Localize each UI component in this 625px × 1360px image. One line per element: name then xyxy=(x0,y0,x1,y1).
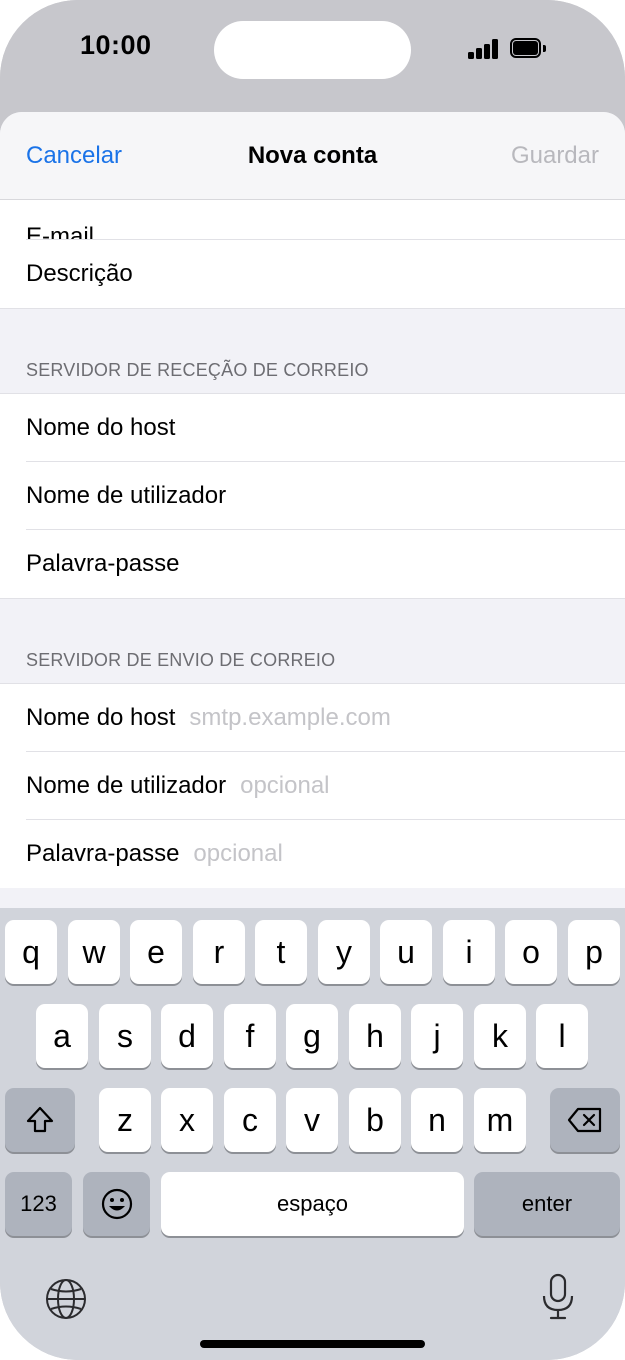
account-group: E-mail Descrição xyxy=(0,200,625,308)
field-label: Nome do host xyxy=(26,703,176,731)
signal-icon xyxy=(468,39,500,59)
space-key[interactable]: espaço xyxy=(161,1172,464,1236)
key-n[interactable]: n xyxy=(411,1088,463,1152)
key-h[interactable]: h xyxy=(349,1004,401,1068)
key-q[interactable]: q xyxy=(5,920,57,984)
section-header: SERVIDOR DE ENVIO DE CORREIO xyxy=(26,650,336,670)
outgoing-section-header: SERVIDOR DE ENVIO DE CORREIO xyxy=(0,598,625,684)
nav-bar: Cancelar Nova conta Guardar xyxy=(0,112,625,200)
microphone-button[interactable] xyxy=(540,1272,576,1322)
device-frame: 10:00 Cancelar Nova conta Guardar E-mail… xyxy=(0,0,625,1360)
incoming-username-field[interactable]: Nome de utilizador xyxy=(26,462,625,530)
delete-key[interactable] xyxy=(550,1088,620,1152)
field-label: Palavra-passe xyxy=(26,550,180,577)
incoming-section-header: SERVIDOR DE RECEÇÃO DE CORREIO xyxy=(0,308,625,394)
field-label: Nome do host xyxy=(26,413,176,441)
emoji-key[interactable] xyxy=(83,1172,150,1236)
key-g[interactable]: g xyxy=(286,1004,338,1068)
key-i[interactable]: i xyxy=(443,920,495,984)
enter-key[interactable]: enter xyxy=(474,1172,620,1236)
save-button[interactable]: Guardar xyxy=(511,142,599,170)
description-field[interactable]: Descrição xyxy=(26,240,625,308)
key-j[interactable]: j xyxy=(411,1004,463,1068)
key-r[interactable]: r xyxy=(193,920,245,984)
dynamic-island xyxy=(214,21,411,79)
numbers-key[interactable]: 123 xyxy=(5,1172,72,1236)
home-indicator xyxy=(200,1340,425,1348)
key-c[interactable]: c xyxy=(224,1088,276,1152)
field-placeholder: smtp.example.com xyxy=(189,703,391,731)
key-v[interactable]: v xyxy=(286,1088,338,1152)
shift-key[interactable] xyxy=(5,1088,75,1152)
key-s[interactable]: s xyxy=(99,1004,151,1068)
key-o[interactable]: o xyxy=(505,920,557,984)
emoji-icon xyxy=(101,1188,132,1220)
key-d[interactable]: d xyxy=(161,1004,213,1068)
key-t[interactable]: t xyxy=(255,920,307,984)
form-content: E-mail Descrição SERVIDOR DE RECEÇÃO DE … xyxy=(0,200,625,888)
key-z[interactable]: z xyxy=(99,1088,151,1152)
key-a[interactable]: a xyxy=(36,1004,88,1068)
new-account-sheet: Cancelar Nova conta Guardar E-mail Descr… xyxy=(0,112,625,912)
microphone-icon xyxy=(542,1273,574,1320)
key-u[interactable]: u xyxy=(380,920,432,984)
email-field[interactable]: E-mail xyxy=(26,200,625,240)
field-label: Nome de utilizador xyxy=(26,771,227,799)
globe-icon xyxy=(46,1279,86,1319)
key-w[interactable]: w xyxy=(68,920,120,984)
field-label: Descrição xyxy=(26,260,133,287)
globe-button[interactable] xyxy=(44,1277,88,1321)
key-m[interactable]: m xyxy=(474,1088,526,1152)
outgoing-username-field[interactable]: Nome de utilizador opcional xyxy=(26,752,625,820)
status-bar: 10:00 xyxy=(0,0,625,110)
battery-icon xyxy=(510,38,546,60)
keyboard: q w e r t y u i o p a s d f g h j k l z … xyxy=(0,908,625,1360)
key-e[interactable]: e xyxy=(130,920,182,984)
status-time: 10:00 xyxy=(80,30,152,60)
outgoing-hostname-field[interactable]: Nome do host smtp.example.com xyxy=(26,684,625,752)
field-label: Palavra-passe xyxy=(26,840,180,867)
shift-icon xyxy=(26,1106,54,1133)
incoming-password-field[interactable]: Palavra-passe xyxy=(26,530,625,598)
key-y[interactable]: y xyxy=(318,920,370,984)
delete-icon xyxy=(567,1107,602,1133)
field-label: E-mail xyxy=(26,223,95,240)
key-p[interactable]: p xyxy=(568,920,620,984)
incoming-server-group: Nome do host Nome de utilizador Palavra-… xyxy=(0,394,625,598)
field-label: Nome de utilizador xyxy=(26,481,227,509)
key-l[interactable]: l xyxy=(536,1004,588,1068)
outgoing-password-field[interactable]: Palavra-passe opcional xyxy=(26,820,625,888)
incoming-hostname-field[interactable]: Nome do host xyxy=(26,394,625,462)
field-placeholder: opcional xyxy=(240,771,330,799)
key-f[interactable]: f xyxy=(224,1004,276,1068)
section-header: SERVIDOR DE RECEÇÃO DE CORREIO xyxy=(26,360,369,380)
field-placeholder: opcional xyxy=(193,840,283,867)
outgoing-server-group: Nome do host smtp.example.com Nome de ut… xyxy=(0,684,625,888)
key-k[interactable]: k xyxy=(474,1004,526,1068)
key-b[interactable]: b xyxy=(349,1088,401,1152)
key-x[interactable]: x xyxy=(161,1088,213,1152)
